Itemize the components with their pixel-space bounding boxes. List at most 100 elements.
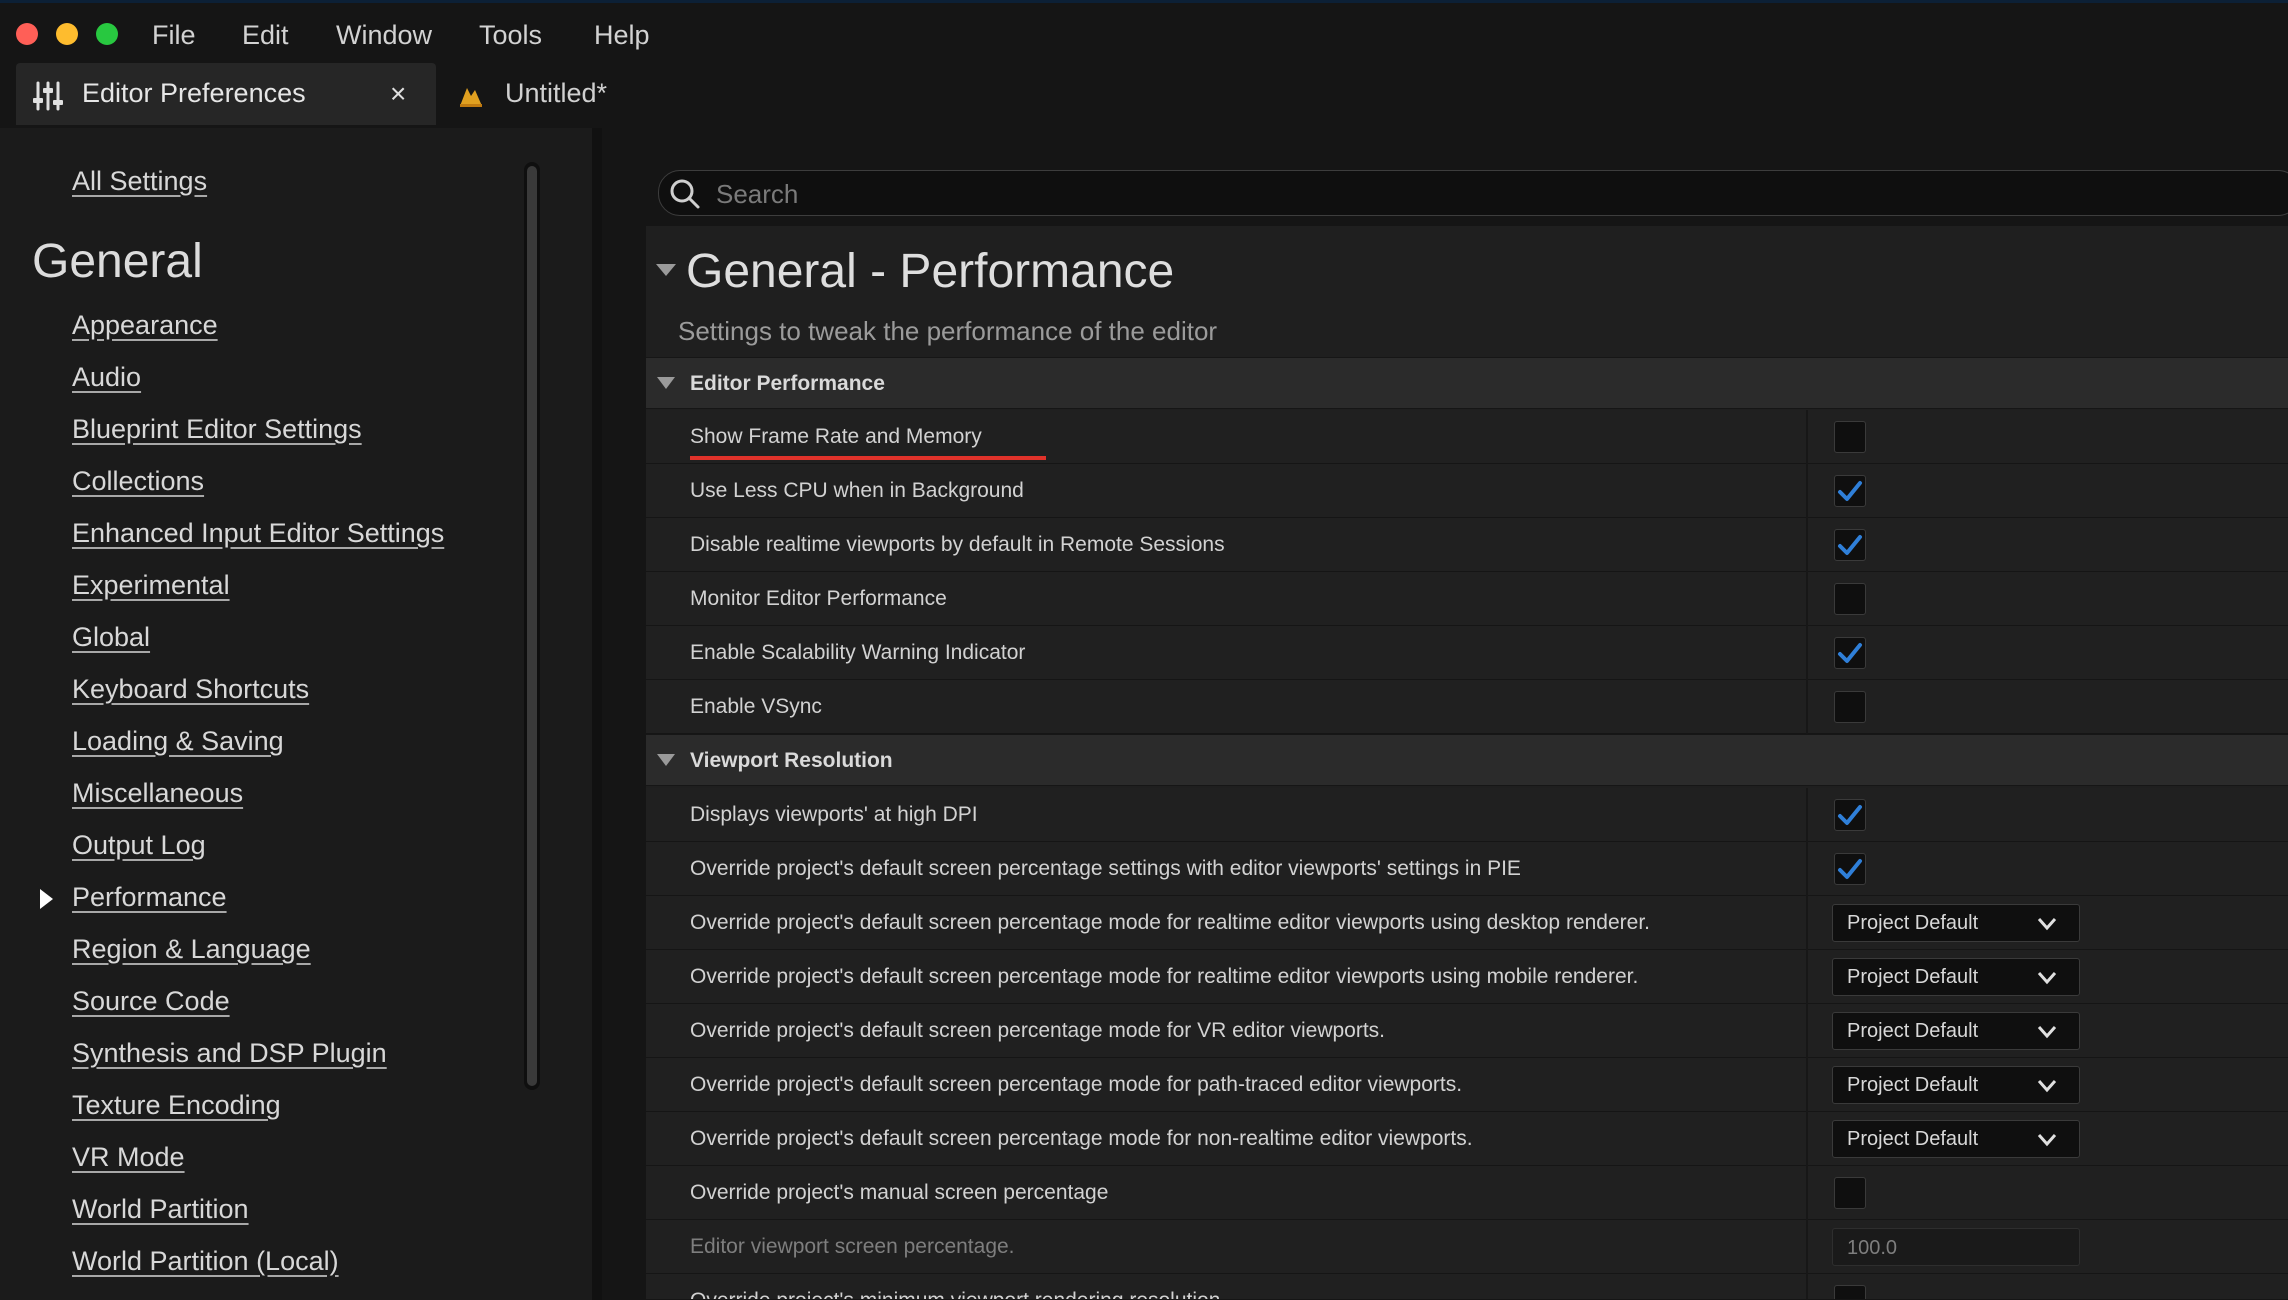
- setting-row-desktop-renderer-mode: Override project's default screen percen…: [646, 896, 2288, 950]
- menu-tools[interactable]: Tools: [479, 20, 542, 51]
- chevron-down-icon: [2037, 1026, 2057, 1039]
- disable-realtime-viewports-checkbox[interactable]: [1834, 529, 1866, 561]
- setting-row-disable-realtime-viewports: Disable realtime viewports by default in…: [646, 518, 2288, 572]
- column-divider[interactable]: [1806, 1058, 1808, 1112]
- column-divider[interactable]: [1806, 1274, 1808, 1299]
- column-divider[interactable]: [1806, 1220, 1808, 1274]
- column-divider[interactable]: [1806, 1166, 1808, 1220]
- show-frame-rate-checkbox[interactable]: [1834, 421, 1866, 453]
- minimum-viewport-resolution-checkbox[interactable]: [1834, 1285, 1866, 1299]
- nav-item-performance[interactable]: Performance: [72, 882, 227, 913]
- dropdown-value: Project Default: [1847, 966, 1979, 988]
- chevron-down-icon: [2037, 1080, 2057, 1093]
- column-divider[interactable]: [1806, 518, 1808, 572]
- column-divider[interactable]: [1806, 1004, 1808, 1058]
- check-icon: [1838, 805, 1862, 825]
- vr-mode-dropdown[interactable]: Project Default: [1832, 1012, 2080, 1050]
- tab-close-icon[interactable]: ×: [390, 78, 406, 110]
- nav-item-appearance[interactable]: Appearance: [72, 310, 218, 341]
- chevron-down-icon: [2037, 972, 2057, 985]
- use-less-cpu-checkbox[interactable]: [1834, 475, 1866, 507]
- dropdown-value: Project Default: [1847, 1020, 1979, 1042]
- chevron-down-icon: [2037, 1134, 2057, 1147]
- monitor-editor-performance-checkbox[interactable]: [1834, 583, 1866, 615]
- column-divider[interactable]: [1806, 896, 1808, 950]
- setting-label: Disable realtime viewports by default in…: [690, 533, 1225, 556]
- nav-all-settings[interactable]: All Settings: [72, 166, 207, 197]
- path-traced-mode-dropdown[interactable]: Project Default: [1832, 1066, 2080, 1104]
- nav-item-vr-mode[interactable]: VR Mode: [72, 1142, 185, 1173]
- panel-splitter[interactable]: [592, 128, 602, 1300]
- nav-item-synthesis-dsp-plugin[interactable]: Synthesis and DSP Plugin: [72, 1038, 387, 1069]
- setting-label: Displays viewports' at high DPI: [690, 803, 978, 826]
- nav-item-texture-encoding[interactable]: Texture Encoding: [72, 1090, 281, 1121]
- nav-scrollbar-thumb[interactable]: [527, 166, 537, 1086]
- search-icon: [669, 178, 701, 215]
- check-icon: [1838, 535, 1862, 555]
- section-header-editor-performance[interactable]: Editor Performance: [646, 357, 2288, 409]
- zoom-window-button[interactable]: [96, 23, 118, 45]
- nav-item-source-code[interactable]: Source Code: [72, 986, 230, 1017]
- setting-row-vr-mode: Override project's default screen percen…: [646, 1004, 2288, 1058]
- nav-item-keyboard-shortcuts[interactable]: Keyboard Shortcuts: [72, 674, 309, 705]
- nav-item-enhanced-input-editor-settings[interactable]: Enhanced Input Editor Settings: [72, 518, 444, 549]
- check-icon: [1838, 859, 1862, 879]
- column-divider[interactable]: [1806, 788, 1808, 842]
- setting-label: Editor viewport screen percentage.: [690, 1235, 1015, 1258]
- nav-item-collections[interactable]: Collections: [72, 466, 204, 497]
- nav-item-region-language[interactable]: Region & Language: [72, 934, 311, 965]
- setting-label: Override project's default screen percen…: [690, 911, 1651, 934]
- setting-label: Override project's default screen percen…: [690, 965, 1639, 988]
- nav-item-blueprint-editor-settings[interactable]: Blueprint Editor Settings: [72, 414, 362, 445]
- manual-screen-percentage-checkbox[interactable]: [1834, 1177, 1866, 1209]
- collapse-section-icon[interactable]: [656, 376, 676, 395]
- column-divider[interactable]: [1806, 842, 1808, 896]
- scalability-warning-checkbox[interactable]: [1834, 637, 1866, 669]
- minimize-window-button[interactable]: [56, 23, 78, 45]
- section-header-viewport-resolution[interactable]: Viewport Resolution: [646, 734, 2288, 786]
- setting-label: Override project's manual screen percent…: [690, 1181, 1109, 1204]
- menu-edit[interactable]: Edit: [242, 20, 289, 51]
- section-title: Editor Performance: [690, 372, 885, 395]
- setting-label: Override project's minimum viewport rend…: [690, 1289, 1220, 1299]
- desktop-renderer-mode-dropdown[interactable]: Project Default: [1832, 904, 2080, 942]
- column-divider[interactable]: [1806, 464, 1808, 518]
- collapse-category-icon[interactable]: [655, 262, 677, 283]
- nav-item-audio[interactable]: Audio: [72, 362, 141, 393]
- close-window-button[interactable]: [16, 23, 38, 45]
- nav-item-output-log[interactable]: Output Log: [72, 830, 206, 861]
- column-divider[interactable]: [1806, 1112, 1808, 1166]
- mobile-renderer-mode-dropdown[interactable]: Project Default: [1832, 958, 2080, 996]
- column-divider[interactable]: [1806, 950, 1808, 1004]
- menu-help[interactable]: Help: [594, 20, 650, 51]
- column-divider[interactable]: [1806, 626, 1808, 680]
- column-divider[interactable]: [1806, 572, 1808, 626]
- non-realtime-mode-dropdown[interactable]: Project Default: [1832, 1120, 2080, 1158]
- search-box[interactable]: [658, 170, 2288, 217]
- menu-file[interactable]: File: [152, 20, 196, 51]
- nav-item-loading-saving[interactable]: Loading & Saving: [72, 726, 284, 757]
- settings-nav-panel: [0, 128, 592, 1300]
- selected-arrow-icon: [38, 888, 54, 915]
- nav-item-experimental[interactable]: Experimental: [72, 570, 230, 601]
- enable-vsync-checkbox[interactable]: [1834, 691, 1866, 723]
- nav-item-world-partition[interactable]: World Partition: [72, 1194, 249, 1225]
- collapse-section-icon[interactable]: [656, 753, 676, 772]
- column-divider[interactable]: [1806, 680, 1808, 734]
- dropdown-value: Project Default: [1847, 1074, 1979, 1096]
- nav-item-global[interactable]: Global: [72, 622, 150, 653]
- column-divider[interactable]: [1806, 410, 1808, 464]
- highlight-underline: [690, 456, 1046, 460]
- page-description: Settings to tweak the performance of the…: [678, 316, 1218, 346]
- nav-item-miscellaneous[interactable]: Miscellaneous: [72, 778, 243, 809]
- tab-untitled[interactable]: Untitled*: [505, 78, 607, 109]
- setting-row-minimum-viewport-resolution: Override project's minimum viewport rend…: [646, 1274, 2288, 1300]
- menu-window[interactable]: Window: [336, 20, 432, 51]
- search-input[interactable]: [714, 171, 2218, 217]
- setting-row-override-pie: Override project's default screen percen…: [646, 842, 2288, 896]
- setting-row-path-traced-mode: Override project's default screen percen…: [646, 1058, 2288, 1112]
- high-dpi-checkbox[interactable]: [1834, 799, 1866, 831]
- check-icon: [1838, 643, 1862, 663]
- override-pie-checkbox[interactable]: [1834, 853, 1866, 885]
- nav-item-world-partition-local[interactable]: World Partition (Local): [72, 1246, 339, 1277]
